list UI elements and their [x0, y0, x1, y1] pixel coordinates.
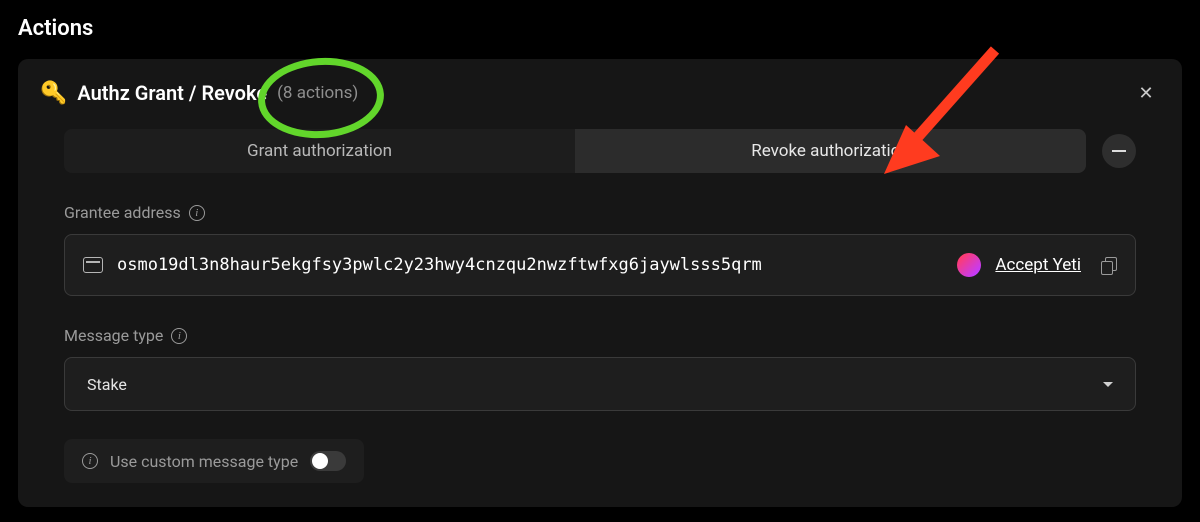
close-icon[interactable]: ✕ — [1132, 79, 1160, 107]
card-body: Grant authorization Revoke authorization… — [18, 125, 1182, 507]
message-type-label-row: Message type i — [64, 326, 1136, 345]
tab-group: Grant authorization Revoke authorization — [64, 129, 1086, 173]
avatar — [957, 253, 981, 277]
grantee-address-input[interactable]: osmo19dl3n8haur5ekgfsy3pwlc2y23hwy4cnzqu… — [64, 234, 1136, 296]
message-type-select[interactable]: Stake — [64, 357, 1136, 411]
actions-count: (8 actions) — [277, 83, 358, 103]
key-icon: 🔑 — [40, 81, 67, 106]
wallet-icon — [83, 257, 103, 273]
tab-revoke[interactable]: Revoke authorization — [575, 129, 1086, 173]
card-header: 🔑 Authz Grant / Revoke (8 actions) ✕ — [18, 59, 1182, 125]
tab-grant[interactable]: Grant authorization — [64, 129, 575, 173]
grantee-name-link[interactable]: Accept Yeti — [995, 255, 1081, 275]
custom-message-toggle[interactable] — [310, 451, 346, 471]
grantee-label-row: Grantee address i — [64, 203, 1136, 222]
tabs-row: Grant authorization Revoke authorization — [64, 129, 1136, 173]
info-icon[interactable]: i — [171, 328, 187, 344]
page-title: Actions — [18, 16, 1182, 41]
grantee-address-value: osmo19dl3n8haur5ekgfsy3pwlc2y23hwy4cnzqu… — [117, 255, 943, 275]
custom-message-row: i Use custom message type — [64, 439, 364, 483]
remove-action-button[interactable] — [1102, 134, 1136, 168]
card-title: Authz Grant / Revoke — [77, 81, 267, 105]
message-type-value: Stake — [87, 375, 127, 394]
custom-message-label: Use custom message type — [110, 452, 298, 471]
grantee-label: Grantee address — [64, 203, 181, 222]
info-icon[interactable]: i — [189, 205, 205, 221]
minus-icon — [1112, 150, 1126, 152]
chevron-down-icon — [1103, 382, 1113, 387]
action-card: 🔑 Authz Grant / Revoke (8 actions) ✕ Gra… — [18, 59, 1182, 507]
message-type-label: Message type — [64, 326, 163, 345]
info-icon[interactable]: i — [82, 453, 98, 469]
copy-icon[interactable] — [1101, 257, 1117, 273]
